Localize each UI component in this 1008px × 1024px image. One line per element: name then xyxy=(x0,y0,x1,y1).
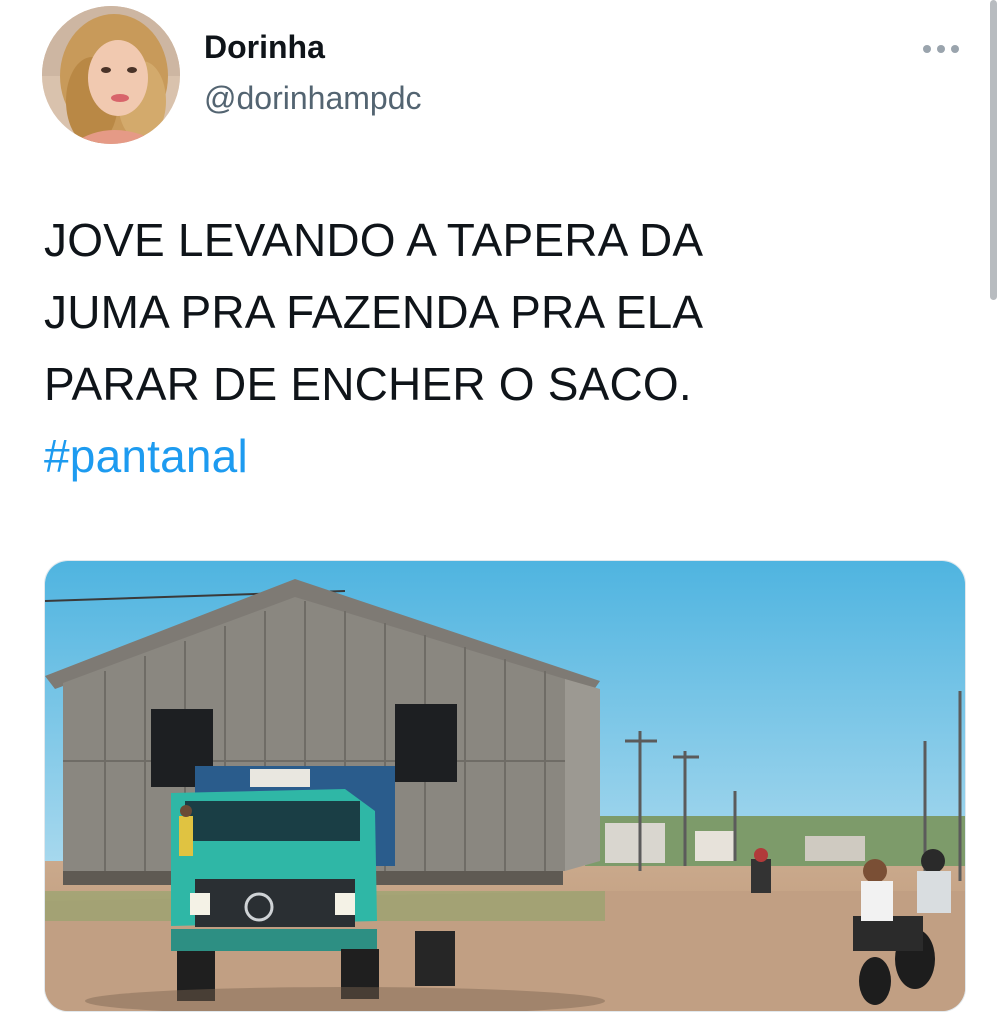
tweet-line: PARAR DE ENCHER O SACO. xyxy=(44,358,692,410)
photo-house-on-truck xyxy=(45,561,965,1011)
tweet-line: JUMA PRA FAZENDA PRA ELA xyxy=(44,286,704,338)
avatar[interactable] xyxy=(42,6,180,144)
user-handle[interactable]: @dorinhampdc xyxy=(204,82,421,114)
more-options-button[interactable] xyxy=(916,34,966,64)
scrollbar[interactable] xyxy=(990,0,997,300)
ellipsis-icon xyxy=(923,45,959,53)
tweet-text: JOVE LEVANDO A TAPERA DA JUMA PRA FAZEND… xyxy=(44,204,944,492)
tweet-view: Dorinha @dorinhampdc JOVE LEVANDO A TAPE… xyxy=(0,0,1008,1024)
profile-photo xyxy=(42,6,180,144)
hashtag-link[interactable]: #pantanal xyxy=(44,420,944,492)
display-name[interactable]: Dorinha xyxy=(204,31,325,63)
tweet-photo[interactable] xyxy=(44,560,966,1012)
tweet-line: JOVE LEVANDO A TAPERA DA xyxy=(44,214,704,266)
